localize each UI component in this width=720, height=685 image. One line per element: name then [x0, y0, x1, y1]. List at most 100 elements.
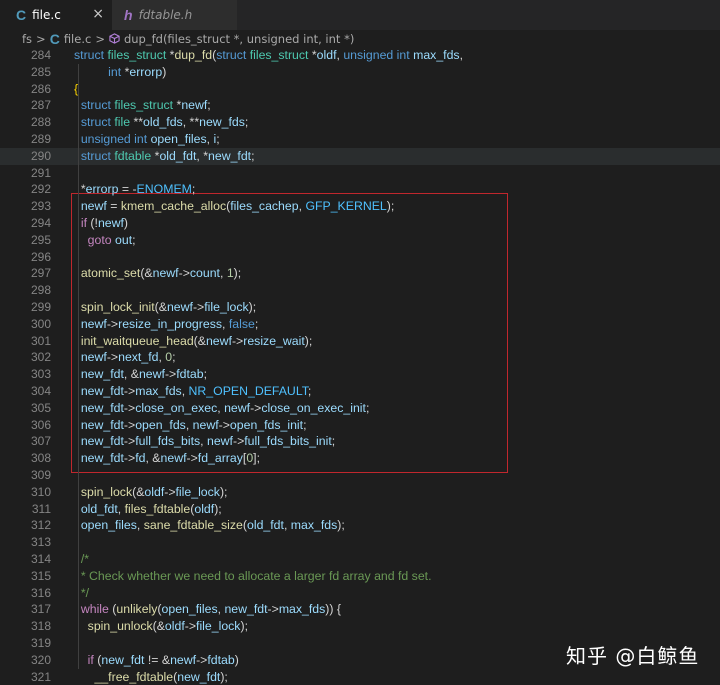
code-token: close_on_exec — [135, 400, 218, 415]
tab-file-c[interactable]: C file.c × — [0, 0, 112, 30]
code-line[interactable]: 306 new_fdt->open_fds, newf->open_fds_in… — [0, 417, 720, 434]
code-token: -> — [164, 484, 176, 499]
code-token: fdtab — [207, 652, 235, 667]
code-line[interactable]: 314 /* — [0, 551, 720, 568]
code-line[interactable]: 316 */ — [0, 585, 720, 602]
code-token: -> — [267, 602, 279, 617]
code-token: oldf — [316, 48, 337, 62]
tab-fdtable-h[interactable]: h fdtable.h — [112, 0, 237, 30]
code-line[interactable]: 287 struct files_struct *newf; — [0, 97, 720, 114]
code-token: newf — [181, 98, 208, 113]
code-line[interactable]: 309 — [0, 467, 720, 484]
code-line[interactable]: 311 old_fdt, files_fdtable(oldf); — [0, 501, 720, 518]
code-line[interactable]: 299 spin_lock_init(&newf->file_lock); — [0, 299, 720, 316]
code-line[interactable]: 300 newf->resize_in_progress, false; — [0, 316, 720, 333]
code-text: struct fdtable *old_fdt, *new_fdt; — [74, 148, 255, 165]
line-number: 305 — [30, 400, 51, 415]
code-token: , — [181, 384, 189, 398]
code-line[interactable]: 315 * Check whether we need to allocate … — [0, 568, 720, 585]
line-number: 294 — [30, 216, 51, 230]
code-token: struct — [80, 98, 115, 113]
code-token: , — [117, 501, 125, 516]
code-token: open_files — [80, 518, 137, 533]
code-editor[interactable]: 284 struct files_struct *dup_fd(struct fi… — [0, 47, 720, 685]
code-text: open_files, sane_fdtable_size(old_fdt, m… — [74, 517, 345, 534]
code-text: new_fdt->open_fds, newf->open_fds_init; — [74, 417, 307, 434]
code-token: ); — [219, 484, 228, 499]
code-token: -> — [106, 316, 119, 331]
code-line[interactable]: 298 — [0, 282, 720, 299]
code-line[interactable]: 302 newf->next_fd, 0; — [0, 349, 720, 366]
line-number: 298 — [30, 283, 51, 298]
code-token: ) — [162, 64, 167, 79]
code-text: old_fdt, files_fdtable(oldf); — [74, 501, 222, 518]
code-token: newf — [97, 216, 124, 230]
code-line[interactable]: 297 atomic_set(&newf->count, 1); — [0, 265, 720, 282]
code-token: ); — [220, 669, 228, 684]
code-line[interactable]: 295 goto out; — [0, 232, 720, 249]
code-token: dup_fd — [174, 48, 213, 62]
breadcrumb-file[interactable]: file.c — [64, 32, 92, 46]
code-token: ); — [240, 619, 248, 634]
breadcrumb-folder[interactable]: fs — [22, 32, 32, 46]
line-number: 314 — [30, 552, 51, 566]
code-token: resize_wait — [243, 333, 305, 348]
code-token: newf — [166, 300, 193, 314]
cube-icon — [109, 32, 120, 46]
code-token: (& — [140, 266, 153, 281]
code-token: unlikely — [116, 602, 158, 617]
code-line[interactable]: 305 new_fdt->close_on_exec, newf->close_… — [0, 400, 720, 417]
code-line[interactable]: 286{ — [0, 81, 720, 98]
code-line[interactable]: 304 new_fdt->max_fds, NR_OPEN_DEFAULT; — [0, 383, 720, 400]
code-token: file_lock — [204, 300, 249, 314]
code-line[interactable]: 285 int *errorp) — [0, 64, 720, 81]
code-token: ; — [207, 98, 211, 113]
breadcrumb-symbol[interactable]: dup_fd(files_struct *, unsigned int, int… — [124, 32, 354, 46]
code-line[interactable]: 301 init_waitqueue_head(&newf->resize_wa… — [0, 333, 720, 350]
line-number: 308 — [30, 451, 51, 466]
code-line[interactable]: 317 while (unlikely(open_files, new_fdt-… — [0, 601, 720, 618]
code-line[interactable]: 318 spin_unlock(&oldf->file_lock); — [0, 618, 720, 635]
code-text: struct files_struct *newf; — [74, 97, 211, 114]
code-line[interactable]: 321 __free_fdtable(new_fdt); — [0, 669, 720, 685]
line-number: 321 — [30, 669, 51, 684]
code-token: ; — [303, 417, 307, 432]
code-line[interactable]: 310 spin_lock(&oldf->file_lock); — [0, 484, 720, 501]
code-token: unsigned int — [343, 48, 414, 62]
line-number: 288 — [30, 115, 51, 130]
code-token: open_fds_init — [229, 417, 304, 432]
close-icon[interactable]: × — [92, 6, 104, 22]
code-line[interactable]: 312 open_files, sane_fdtable_size(old_fd… — [0, 517, 720, 534]
code-line[interactable]: 289 unsigned int open_files, i; — [0, 131, 720, 148]
code-line[interactable]: 308 new_fdt->fd, &newf->fd_array[0]; — [0, 450, 720, 467]
code-line[interactable]: 296 — [0, 249, 720, 266]
line-number: 319 — [30, 636, 51, 650]
code-line[interactable]: 303 new_fdt, &newf->fdtab; — [0, 366, 720, 383]
code-text: new_fdt->max_fds, NR_OPEN_DEFAULT; — [74, 383, 311, 400]
code-text: struct files_struct *dup_fd(struct files… — [74, 47, 463, 64]
code-token: files_fdtable — [124, 501, 191, 516]
code-text: goto out; — [74, 232, 136, 249]
code-line[interactable]: 290 struct fdtable *old_fdt, *new_fdt; — [0, 147, 720, 165]
code-line[interactable]: 294 if (!newf) — [0, 215, 720, 232]
code-token: NR_OPEN_DEFAULT — [188, 384, 308, 398]
code-token: kmem_cache_alloc — [120, 199, 227, 214]
code-line[interactable]: 288 struct file **old_fds, **new_fds; — [0, 114, 720, 131]
code-line[interactable]: 313 — [0, 534, 720, 551]
code-line[interactable]: 307 new_fdt->full_fds_bits, newf->full_f… — [0, 433, 720, 450]
line-number: 311 — [31, 501, 51, 516]
code-token: -> — [123, 417, 136, 432]
code-token: max_fds — [413, 48, 460, 62]
code-line[interactable]: 291 — [0, 165, 720, 182]
code-token: old_fdt — [247, 518, 284, 533]
code-token: ) — [234, 652, 239, 667]
code-token: goto — [87, 232, 116, 247]
code-text: * Check whether we need to allocate a la… — [74, 568, 432, 585]
watermark: 知乎 @白鲸鱼 — [566, 644, 700, 668]
line-number: 304 — [30, 384, 51, 398]
code-line[interactable]: 284 struct files_struct *dup_fd(struct fi… — [0, 47, 720, 64]
code-line[interactable]: 293 newf = kmem_cache_alloc(files_cachep… — [0, 198, 720, 215]
code-line[interactable]: 292 *errorp = -ENOMEM; — [0, 181, 720, 198]
